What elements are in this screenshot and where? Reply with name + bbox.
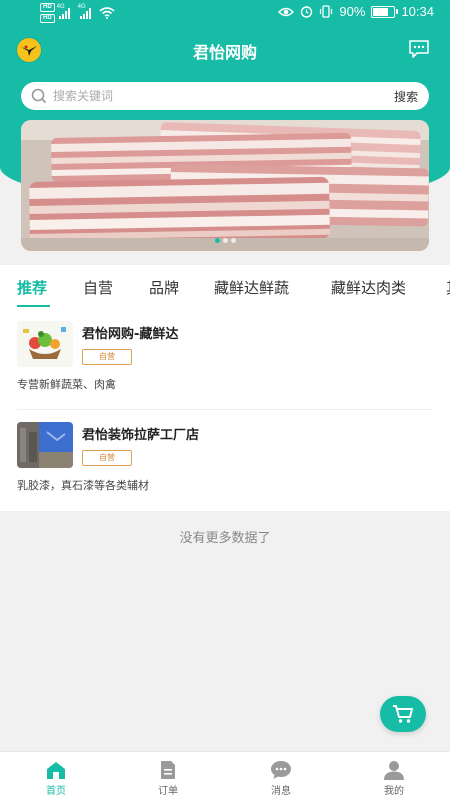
store-description: 乳胶漆，真石漆等各类辅材 [17, 479, 149, 492]
self-operated-badge: 自营 [82, 450, 132, 466]
tab-indicator [17, 305, 50, 307]
store-card[interactable]: 君怡网购-藏鲜达 自营 专营新鲜蔬菜、肉禽 [17, 309, 433, 411]
bottom-navigation: 首页 订单 消息 我的 [0, 751, 450, 801]
clock: 10:34 [401, 4, 434, 19]
self-operated-badge: 自营 [82, 349, 132, 365]
tab-recommend[interactable]: 推荐 [17, 277, 47, 298]
user-icon [384, 761, 404, 780]
banner-image [21, 120, 429, 251]
order-icon [161, 761, 175, 779]
message-icon [271, 761, 291, 779]
nav-orders[interactable]: 订单 [112, 752, 224, 801]
carousel-dot[interactable] [222, 238, 228, 243]
hd-badge: HD [40, 3, 55, 12]
hd-badge: HD [40, 14, 55, 23]
nav-label: 首页 [46, 786, 66, 797]
eye-icon [278, 7, 295, 16]
search-icon [31, 88, 47, 104]
tab-self-operated[interactable]: 自营 [83, 277, 113, 298]
battery-level [373, 7, 389, 16]
carousel-dot[interactable] [214, 238, 220, 243]
store-card[interactable]: 君怡装饰拉萨工厂店 自营 乳胶漆，真石漆等各类辅材 [17, 409, 433, 512]
network-tag: 4G [77, 4, 86, 10]
store-logo-image [17, 321, 73, 367]
tab-brand[interactable]: 品牌 [149, 277, 179, 298]
search-button[interactable]: 搜索 [394, 88, 418, 105]
list-end-message: 没有更多数据了 [179, 531, 271, 546]
home-icon [47, 762, 65, 779]
chat-icon[interactable] [408, 39, 430, 59]
status-bar: HD HD 4G 4G 90% 10:34 [0, 0, 450, 26]
page-title: 君怡网购 [192, 43, 257, 62]
battery-icon [371, 5, 399, 18]
app-header: 君怡网购 [0, 30, 450, 70]
tab-fresh-vegetables[interactable]: 藏鲜达鲜蔬 [214, 277, 289, 298]
nav-label: 订单 [158, 786, 178, 797]
search-input[interactable] [53, 82, 373, 110]
hd-badges: HD HD [40, 3, 55, 23]
nav-label: 我的 [384, 786, 404, 797]
battery-percent: 90% [339, 4, 366, 19]
vibrate-icon [320, 5, 333, 18]
nav-label: 消息 [271, 786, 291, 797]
tab-more[interactable]: 其 [446, 277, 450, 298]
tab-meat[interactable]: 藏鲜达肉类 [331, 277, 406, 298]
banner-carousel[interactable] [21, 120, 429, 251]
store-photo-image [17, 422, 73, 468]
carousel-dot[interactable] [230, 238, 236, 243]
cart-button[interactable] [380, 696, 426, 732]
store-thumbnail [17, 422, 73, 468]
status-right: 90% 10:34 [278, 4, 434, 19]
store-description: 专营新鲜蔬菜、肉禽 [17, 378, 116, 391]
cart-icon [393, 705, 413, 723]
store-name: 君怡装饰拉萨工厂店 [82, 428, 200, 443]
store-list: 君怡网购-藏鲜达 自营 专营新鲜蔬菜、肉禽 君怡装饰拉萨工厂店 自营 乳胶漆，真… [0, 309, 450, 511]
status-left: HD HD 4G 4G [40, 3, 115, 23]
store-name: 君怡网购-藏鲜达 [82, 327, 179, 342]
nav-profile[interactable]: 我的 [338, 752, 450, 801]
signal-icon: 4G [77, 4, 91, 19]
nav-home[interactable]: 首页 [0, 752, 112, 801]
signal-icon: 4G [56, 4, 70, 19]
search-bar[interactable]: 搜索 [21, 82, 429, 110]
wifi-icon [99, 7, 115, 19]
network-tag: 4G [56, 4, 65, 10]
nav-messages[interactable]: 消息 [225, 752, 337, 801]
store-thumbnail [17, 321, 73, 367]
alarm-icon [301, 6, 313, 18]
category-tabs: 推荐 自营 品牌 藏鲜达鲜蔬 藏鲜达肉类 其 [0, 265, 450, 309]
